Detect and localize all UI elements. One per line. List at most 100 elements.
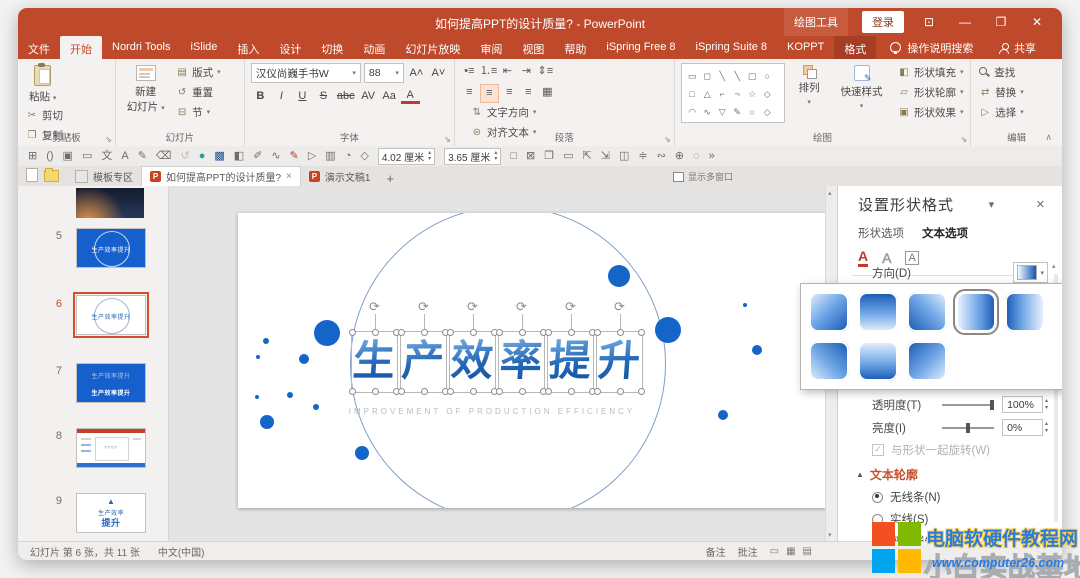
columns-button[interactable]: ▦ xyxy=(539,84,556,101)
no-line-radio[interactable]: 无线条(N) xyxy=(838,489,1048,505)
scroll-up-icon[interactable]: ▴ xyxy=(828,189,832,197)
align-mid-icon[interactable]: ≑ xyxy=(638,149,647,163)
title-character-box[interactable]: ⟳ 效 xyxy=(449,331,496,393)
slider-thumb[interactable] xyxy=(966,423,970,433)
shape-circle-icon[interactable]: ● xyxy=(199,149,206,163)
font-family-combo[interactable]: 汉仪尚巍手书W▾ xyxy=(251,63,361,83)
tab-insert[interactable]: 插入 xyxy=(227,36,269,59)
comments-button[interactable]: 批注 xyxy=(738,544,758,559)
tab-help[interactable]: 帮助 xyxy=(554,36,596,59)
indent-button[interactable]: ⇥ xyxy=(518,63,535,80)
normal-view-icon[interactable]: ▭ xyxy=(770,546,779,557)
rotate-right-icon[interactable]: ⇲ xyxy=(601,149,610,163)
decorative-dot[interactable] xyxy=(718,410,728,420)
gradient-diag-bl-tr[interactable] xyxy=(809,341,849,381)
clipboard-dialog-launcher[interactable]: ⇘ xyxy=(105,135,112,144)
pen-icon[interactable]: ✐ xyxy=(253,149,262,163)
delete-box-icon[interactable]: ⊠ xyxy=(526,149,535,163)
shape-glyph[interactable]: ╲ xyxy=(715,71,730,82)
slide-canvas[interactable]: ⟳ 生 ⟳ 产 ⟳ xyxy=(168,186,838,542)
decorative-dot[interactable] xyxy=(287,392,293,398)
rotation-handle-icon[interactable]: ⟳ xyxy=(548,300,593,313)
outdent-button[interactable]: ⇤ xyxy=(499,63,516,80)
shrink-font-button[interactable]: A˅ xyxy=(429,65,448,81)
shape-glyph[interactable]: ▢ xyxy=(745,71,760,82)
shape-glyph[interactable]: □ xyxy=(685,89,700,99)
section-button[interactable]: ⊟节 ▾ xyxy=(176,103,221,121)
title-character-box[interactable]: ⟳ 提 xyxy=(547,331,594,393)
shape-outline-button[interactable]: ▱形状轮廓 ▾ xyxy=(898,83,964,101)
shape-glyph[interactable]: ╲ xyxy=(730,71,745,82)
slide-thumbnail-4-partial[interactable] xyxy=(76,188,144,218)
decorative-dot[interactable] xyxy=(655,317,681,343)
slide-sorter-icon[interactable]: ▦ xyxy=(786,546,795,557)
spin-down-icon[interactable]: ▾ xyxy=(1045,405,1048,412)
language-indicator[interactable]: 中文(中国) xyxy=(158,544,205,559)
decorative-dot[interactable] xyxy=(752,345,762,355)
shape-glyph[interactable]: △ xyxy=(700,89,715,100)
crop-icon[interactable]: ▣ xyxy=(63,149,73,163)
tab-home[interactable]: 开始 xyxy=(60,36,102,59)
paste-button[interactable]: 粘贴 ▾ xyxy=(24,63,61,106)
shape-effects-button[interactable]: ▣形状效果 ▾ xyxy=(898,103,964,121)
decorative-dot[interactable] xyxy=(299,354,309,364)
shape-glyph[interactable]: ◇ xyxy=(760,107,775,118)
new-document-tab-button[interactable]: + xyxy=(386,171,394,186)
title-character-box[interactable]: ⟳ 升 xyxy=(596,331,643,393)
text-options-tab[interactable]: 文本选项 xyxy=(922,225,968,241)
transparency-value-field[interactable]: 100% xyxy=(1002,396,1043,413)
decorative-dot[interactable] xyxy=(743,303,747,307)
shape-glyph[interactable]: ◇ xyxy=(760,89,775,100)
ring-icon[interactable]: ◌ xyxy=(693,149,700,163)
title-character-box[interactable]: ⟳ 生 xyxy=(351,331,398,393)
text-direction-button[interactable]: ⇅文字方向 ▾ xyxy=(471,103,570,121)
change-case-button[interactable]: Aa xyxy=(380,88,399,104)
shape-options-tab[interactable]: 形状选项 xyxy=(858,225,904,241)
shape-glyph[interactable]: ⌐ xyxy=(715,89,730,99)
shape-glyph[interactable]: ∿ xyxy=(700,107,715,118)
shape-height-field[interactable]: 3.65 厘米▴▾ xyxy=(444,148,501,165)
open-folder-icon[interactable] xyxy=(44,170,59,182)
show-windows-button[interactable]: 显示多窗口 xyxy=(673,170,733,183)
select-box-icon[interactable]: □ xyxy=(510,149,517,163)
italic-button[interactable]: I xyxy=(272,88,291,104)
shapes-icon[interactable]: ◇ xyxy=(360,149,368,163)
select-button[interactable]: ▷选择 ▾ xyxy=(979,103,1024,121)
rotation-handle-icon[interactable]: ⟳ xyxy=(499,300,544,313)
reset-button[interactable]: ↺重置 xyxy=(176,83,221,101)
decorative-dot[interactable] xyxy=(260,415,274,429)
close-tab-icon[interactable]: × xyxy=(286,171,292,182)
brush-icon[interactable]: ✎ xyxy=(138,149,147,163)
transparency-slider[interactable] xyxy=(942,404,994,406)
scroll-up-icon[interactable]: ▴ xyxy=(1052,262,1056,270)
spin-down-icon[interactable]: ▾ xyxy=(1045,428,1048,435)
tab-animations[interactable]: 动画 xyxy=(353,36,395,59)
slide-thumbnail-5[interactable]: 生产效率提升 xyxy=(76,228,146,268)
align-right-button[interactable]: ≡ xyxy=(501,84,518,101)
decorative-dot[interactable] xyxy=(355,446,369,460)
shape-glyph[interactable]: ▽ xyxy=(715,107,730,118)
tab-ispring-suite[interactable]: iSpring Suite 8 xyxy=(686,36,778,59)
panel-close-icon[interactable]: ✕ xyxy=(1029,198,1052,211)
shape-glyph[interactable]: ◠ xyxy=(685,107,700,118)
slide-thumbnail-9[interactable]: ▲ 生产效率 提升 xyxy=(76,493,146,533)
slide-thumbnail-6-selected[interactable]: 生产效率提升 xyxy=(76,295,146,335)
tab-design[interactable]: 设计 xyxy=(269,36,311,59)
tell-me-search[interactable]: 操作说明搜索 xyxy=(890,36,973,59)
tab-file[interactable]: 文件 xyxy=(18,36,60,59)
text-style-icon[interactable]: 文 xyxy=(101,149,112,163)
line-spacing-button[interactable]: ⇕≡ xyxy=(537,63,554,80)
gradient-diag-br-tl[interactable] xyxy=(907,341,947,381)
tab-format[interactable]: 格式 xyxy=(834,36,876,59)
ribbon-display-options-icon[interactable]: ⊡ xyxy=(918,15,940,29)
rotate-left-icon[interactable]: ⇱ xyxy=(583,149,592,163)
fill-icon[interactable]: ◧ xyxy=(234,149,244,163)
align-center-button[interactable]: ≡ xyxy=(480,84,499,103)
rotation-handle-icon[interactable]: ⟳ xyxy=(401,300,446,313)
title-character-box[interactable]: ⟳ 产 xyxy=(400,331,447,393)
shape-glyph[interactable]: ○ xyxy=(760,71,775,81)
shapes-gallery[interactable]: ▭◻╲╲▢○□△⌐¬☆◇◠∿▽✎○◇ xyxy=(681,63,785,123)
slider-thumb[interactable] xyxy=(990,400,994,410)
rotation-handle-icon[interactable]: ⟳ xyxy=(352,300,397,313)
underline-button[interactable]: U xyxy=(293,88,312,104)
